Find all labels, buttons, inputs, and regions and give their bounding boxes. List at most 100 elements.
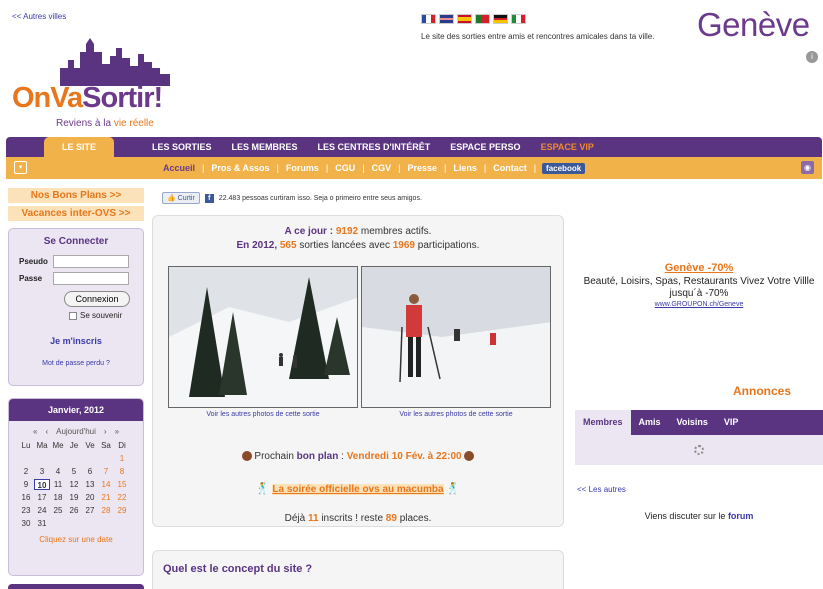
tab-membres[interactable]: Membres bbox=[575, 410, 631, 435]
calendar-empty-cell bbox=[82, 518, 98, 529]
subnav-forums[interactable]: Forums bbox=[279, 163, 326, 173]
outing-photo-2[interactable] bbox=[361, 266, 551, 408]
flag-it-icon[interactable] bbox=[511, 14, 526, 24]
member-tabs: Membres Amis Voisins VIP bbox=[575, 410, 823, 435]
calendar-day[interactable]: 18 bbox=[50, 492, 66, 503]
nav-espace-perso[interactable]: ESPACE PERSO bbox=[440, 137, 530, 157]
left-bottom-bar bbox=[8, 584, 144, 589]
tab-voisins[interactable]: Voisins bbox=[669, 410, 716, 435]
subnav-liens[interactable]: Liens bbox=[446, 163, 484, 173]
event-link[interactable]: La soirée officielle ovs au macumba bbox=[272, 484, 444, 495]
flag-es-icon[interactable] bbox=[457, 14, 472, 24]
calendar-today[interactable]: Aujourd'hui bbox=[56, 427, 96, 436]
remember-checkbox[interactable] bbox=[69, 311, 77, 320]
facebook-link[interactable]: facebook bbox=[542, 162, 586, 174]
nav-centres-interet[interactable]: LES CENTRES D'INTÉRÊT bbox=[308, 137, 441, 157]
calendar-day[interactable]: 25 bbox=[50, 505, 66, 516]
calendar-date-link[interactable]: Cliquez sur une date bbox=[9, 535, 143, 544]
calendar-next-month[interactable]: › bbox=[104, 427, 107, 436]
outings-stat: En 2012, 565 sorties lancées avec 1969 p… bbox=[236, 240, 480, 251]
calendar-prev-year[interactable]: « bbox=[33, 427, 37, 436]
loading-spinner-icon bbox=[694, 445, 704, 455]
subnav-cgu[interactable]: CGU bbox=[328, 163, 362, 173]
calendar-day[interactable]: 30 bbox=[18, 518, 34, 529]
photo-caption-link-2[interactable]: Voir les autres photos de cette sortie bbox=[361, 411, 551, 418]
rss-icon[interactable]: ◉ bbox=[801, 161, 814, 174]
calendar-day[interactable]: 5 bbox=[66, 466, 82, 477]
calendar-day[interactable]: 29 bbox=[114, 505, 130, 516]
site-tagline: Le site des sorties entre amis et rencon… bbox=[421, 32, 655, 41]
ad-title-link[interactable]: Genève -70% bbox=[575, 262, 823, 274]
calendar-empty-cell bbox=[98, 518, 114, 529]
flag-fr-icon[interactable] bbox=[421, 14, 436, 24]
photo-caption-link-1[interactable]: Voir les autres photos de cette sortie bbox=[168, 411, 358, 418]
tab-vip[interactable]: VIP bbox=[716, 410, 747, 435]
nav-espace-vip[interactable]: ESPACE VIP bbox=[531, 137, 604, 157]
calendar-day[interactable]: 1 bbox=[114, 453, 130, 464]
like-button[interactable]: 👍 Curtir bbox=[162, 192, 200, 204]
calendar-day[interactable]: 11 bbox=[50, 479, 66, 490]
calendar-day[interactable]: 2 bbox=[18, 466, 34, 477]
flag-de-icon[interactable] bbox=[493, 14, 508, 24]
calendar-prev-month[interactable]: ‹ bbox=[45, 427, 48, 436]
calendar-day[interactable]: 6 bbox=[82, 466, 98, 477]
calendar-day[interactable]: 27 bbox=[82, 505, 98, 516]
calendar-day[interactable]: 16 bbox=[18, 492, 34, 503]
vacances-link[interactable]: Vacances inter-OVS >> bbox=[8, 206, 144, 221]
calendar-day[interactable]: 22 bbox=[114, 492, 130, 503]
other-cities-link[interactable]: << Autres villes bbox=[12, 12, 66, 21]
ad-description: Beauté, Loisirs, Spas, Restaurants Vivez… bbox=[583, 276, 815, 299]
pseudo-input[interactable] bbox=[53, 255, 129, 268]
calendar-day[interactable]: 28 bbox=[98, 505, 114, 516]
calendar-day[interactable]: 3 bbox=[34, 466, 50, 477]
remember-me[interactable]: Se souvenir bbox=[69, 311, 143, 320]
subnav-cgv[interactable]: CGV bbox=[365, 163, 399, 173]
calendar-next-year[interactable]: » bbox=[115, 427, 119, 436]
calendar-day[interactable]: 23 bbox=[18, 505, 34, 516]
event-line: 🕺 La soirée officielle ovs au macumba 🕺 bbox=[153, 482, 563, 495]
subnav-accueil[interactable]: Accueil bbox=[156, 163, 202, 173]
subnav-presse[interactable]: Presse bbox=[400, 163, 444, 173]
connexion-button[interactable]: Connexion bbox=[64, 291, 130, 307]
flag-uk-icon[interactable] bbox=[439, 14, 454, 24]
calendar-day[interactable]: 15 bbox=[114, 479, 130, 490]
flag-pt-icon[interactable] bbox=[475, 14, 490, 24]
calendar-day[interactable]: 14 bbox=[98, 479, 114, 490]
calendar-day[interactable]: 24 bbox=[34, 505, 50, 516]
password-input[interactable] bbox=[53, 272, 129, 285]
ad-url-link[interactable]: www.GROUPON.ch/Geneve bbox=[575, 301, 823, 308]
login-panel: Se Connecter Pseudo Passe Connexion Se s… bbox=[8, 228, 144, 386]
calendar-day[interactable]: 4 bbox=[50, 466, 66, 477]
outing-photo-1[interactable] bbox=[168, 266, 358, 408]
facebook-like-bar: 👍 Curtir f 22.483 pessoas curtiram isso.… bbox=[162, 192, 422, 204]
calendar-panel: Janvier, 2012 « ‹ Aujourd'hui › » Lu Ma Me… bbox=[8, 398, 144, 576]
calendar-day[interactable]: 13 bbox=[82, 479, 98, 490]
forum-link[interactable]: forum bbox=[728, 511, 754, 521]
signup-link[interactable]: Je m'inscris bbox=[9, 336, 143, 346]
nav-les-sorties[interactable]: LES SORTIES bbox=[142, 137, 222, 157]
calendar-day[interactable]: 9 bbox=[18, 479, 34, 490]
calendar-day[interactable]: 21 bbox=[98, 492, 114, 503]
calendar-day[interactable]: 19 bbox=[66, 492, 82, 503]
calendar-day[interactable]: 17 bbox=[34, 492, 50, 503]
calendar-day[interactable]: 8 bbox=[114, 466, 130, 477]
others-link[interactable]: << Les autres bbox=[577, 485, 626, 494]
calendar-day[interactable]: 12 bbox=[66, 479, 82, 490]
forgot-password-link[interactable]: Mot de passe perdu ? bbox=[9, 360, 143, 367]
bons-plans-link[interactable]: Nos Bons Plans >> bbox=[8, 188, 144, 203]
subnav-pros-assos[interactable]: Pros & Assos bbox=[204, 163, 276, 173]
tab-amis[interactable]: Amis bbox=[631, 410, 669, 435]
info-icon[interactable]: i bbox=[806, 51, 818, 63]
calendar-day[interactable]: 20 bbox=[82, 492, 98, 503]
calendar-empty-cell bbox=[50, 518, 66, 529]
site-logo[interactable]: OnVaSortir! bbox=[12, 82, 163, 115]
pseudo-label: Pseudo bbox=[19, 257, 48, 266]
calendar-day[interactable]: 31 bbox=[34, 518, 50, 529]
menu-toggle-icon[interactable]: ▾ bbox=[14, 161, 27, 174]
subnav-contact[interactable]: Contact bbox=[486, 163, 534, 173]
calendar-day[interactable]: 26 bbox=[66, 505, 82, 516]
nav-le-site[interactable]: LE SITE bbox=[44, 137, 115, 157]
nav-les-membres[interactable]: LES MEMBRES bbox=[222, 137, 308, 157]
calendar-day[interactable]: 7 bbox=[98, 466, 114, 477]
calendar-day[interactable]: 10 bbox=[34, 479, 50, 490]
